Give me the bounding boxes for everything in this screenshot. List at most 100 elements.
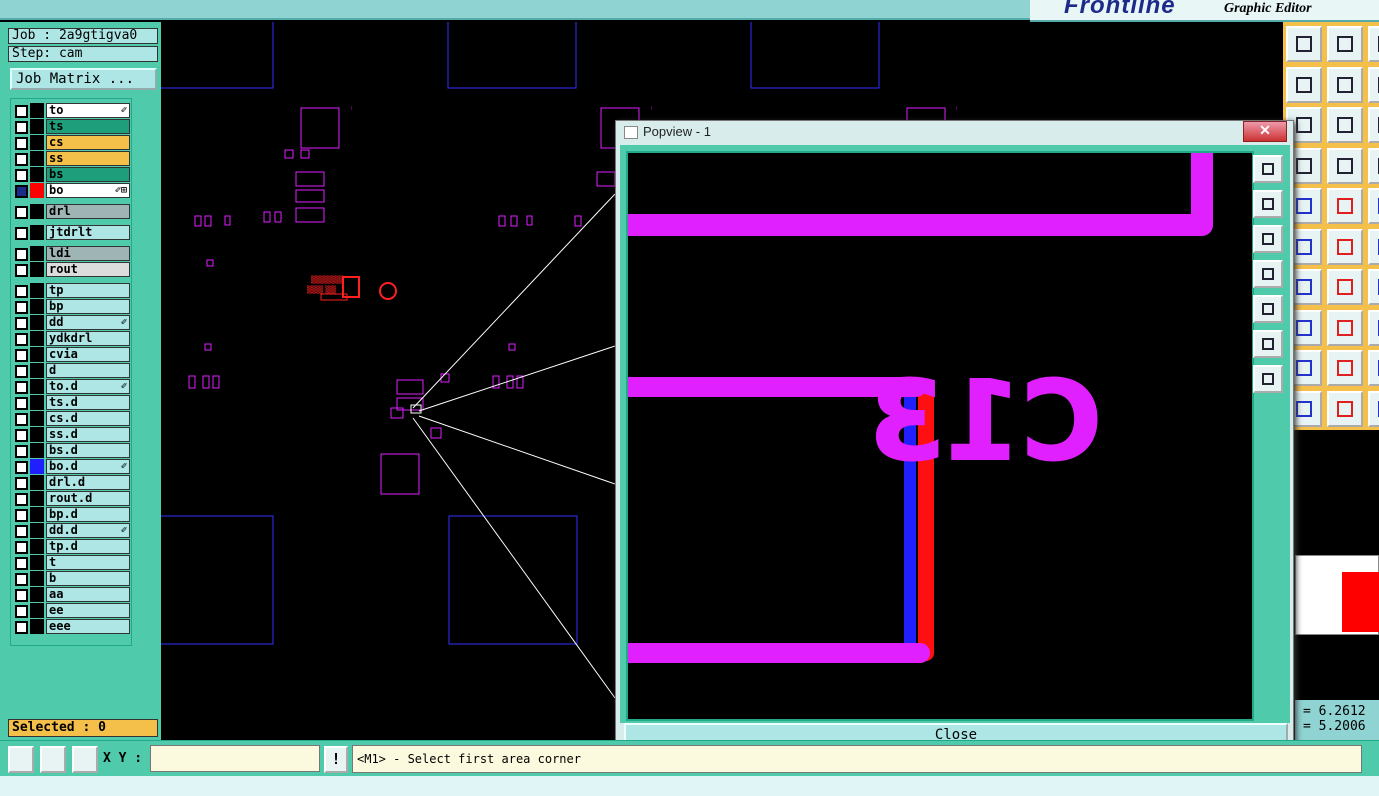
- layer-name[interactable]: dd.d ✐: [46, 523, 130, 538]
- layer-row-cs-d[interactable]: cs.d: [12, 411, 130, 426]
- layer-color-swatch[interactable]: [30, 475, 44, 490]
- layer-row-rout-d[interactable]: rout.d: [12, 491, 130, 506]
- layer-name[interactable]: drl.d: [46, 475, 130, 490]
- layer-name[interactable]: tp.d: [46, 539, 130, 554]
- job-matrix-button[interactable]: Job Matrix ...: [10, 68, 157, 90]
- select-icon[interactable]: [1327, 390, 1363, 427]
- layer-name[interactable]: bo.d ✐: [46, 459, 130, 474]
- layer-color-swatch[interactable]: [30, 167, 44, 182]
- layer-row-bs-d[interactable]: bs.d: [12, 443, 130, 458]
- layer-name[interactable]: b: [46, 571, 130, 586]
- layer-checkbox[interactable]: [15, 153, 28, 166]
- layer-checkbox[interactable]: [15, 525, 28, 538]
- layer-checkbox[interactable]: [15, 349, 28, 362]
- slant-icon[interactable]: [1327, 269, 1363, 305]
- layer-row-ss-d[interactable]: ss.d: [12, 427, 130, 442]
- layer-row-t[interactable]: t: [12, 555, 130, 570]
- layer-row-tp[interactable]: tp: [12, 283, 130, 298]
- layer-color-swatch[interactable]: [30, 119, 44, 134]
- layer-color-swatch[interactable]: [30, 204, 44, 219]
- fit-view-icon[interactable]: [1253, 330, 1283, 358]
- route-icon[interactable]: [1368, 228, 1379, 265]
- layer-color-swatch[interactable]: [30, 246, 44, 261]
- xy-input[interactable]: [150, 745, 320, 772]
- layer-name[interactable]: eee: [46, 619, 130, 634]
- layer-row-cs[interactable]: cs: [12, 135, 130, 150]
- move-up-icon[interactable]: [1286, 26, 1322, 62]
- layer-checkbox[interactable]: [15, 381, 28, 394]
- layer-name[interactable]: bs: [46, 167, 130, 182]
- layer-name[interactable]: aa: [46, 587, 130, 602]
- layer-row-bp-d[interactable]: bp.d: [12, 507, 130, 522]
- layer-row-ts[interactable]: ts: [12, 119, 130, 134]
- layer-row-ts-d[interactable]: ts.d: [12, 395, 130, 410]
- layer-row-ydkdrl[interactable]: ydkdrl: [12, 331, 130, 346]
- net-icon[interactable]: [1368, 147, 1379, 184]
- layer-checkbox[interactable]: [15, 589, 28, 602]
- layer-checkbox[interactable]: [15, 285, 28, 298]
- zoom-area-icon[interactable]: [8, 746, 34, 773]
- pan-up-icon[interactable]: [1253, 190, 1283, 218]
- layer-row-to[interactable]: to ✐: [12, 103, 130, 118]
- zoom-in-icon[interactable]: [1253, 155, 1283, 183]
- layer-name[interactable]: rout.d: [46, 491, 130, 506]
- pan-down-icon[interactable]: [1253, 225, 1283, 253]
- layer-color-swatch[interactable]: [30, 587, 44, 602]
- layer-color-swatch[interactable]: [30, 427, 44, 442]
- alert-button[interactable]: !: [324, 746, 348, 773]
- layer-color-swatch[interactable]: [30, 539, 44, 554]
- layer-color-swatch[interactable]: [30, 507, 44, 522]
- layer-checkbox[interactable]: [15, 248, 28, 261]
- layer-row-dd[interactable]: dd ✐: [12, 315, 130, 330]
- layer-name[interactable]: ee: [46, 603, 130, 618]
- layer-checkbox[interactable]: [15, 121, 28, 134]
- layer-name[interactable]: drl: [46, 204, 130, 219]
- layer-checkbox[interactable]: [15, 105, 28, 118]
- layer-name[interactable]: to.d ✐: [46, 379, 130, 394]
- layer-checkbox[interactable]: [15, 621, 28, 634]
- layer-row-drl[interactable]: drl: [12, 204, 130, 219]
- cross-icon[interactable]: [1327, 228, 1363, 265]
- layer-row-eee[interactable]: eee: [12, 619, 130, 634]
- layer-row-d[interactable]: d: [12, 363, 130, 378]
- layer-color-swatch[interactable]: [30, 571, 44, 586]
- layer-color-swatch[interactable]: [30, 619, 44, 634]
- popview-canvas[interactable]: C13: [607, 132, 1254, 721]
- layer-color-swatch[interactable]: [30, 151, 44, 166]
- layer-checkbox[interactable]: [15, 509, 28, 522]
- layer-color-swatch[interactable]: [30, 523, 44, 538]
- layer-checkbox[interactable]: [15, 301, 28, 314]
- layer-row-cvia[interactable]: cvia: [12, 347, 130, 362]
- layer-color-swatch[interactable]: [30, 459, 44, 474]
- pan-left-icon[interactable]: [1253, 260, 1283, 288]
- layer-row-ee[interactable]: ee: [12, 603, 130, 618]
- layer-name[interactable]: cs: [46, 135, 130, 150]
- layer-name[interactable]: ss.d: [46, 427, 130, 442]
- layer-name[interactable]: to ✐: [46, 103, 130, 118]
- layer-row-drl-d[interactable]: drl.d: [12, 475, 130, 490]
- layer-color-swatch[interactable]: [30, 379, 44, 394]
- layer-color-swatch[interactable]: [30, 135, 44, 150]
- layer-checkbox[interactable]: [15, 573, 28, 586]
- layer-name[interactable]: cvia: [46, 347, 130, 362]
- pan-icon[interactable]: [1327, 107, 1363, 143]
- layer-color-swatch[interactable]: [30, 347, 44, 362]
- layer-name[interactable]: ydkdrl: [46, 331, 130, 346]
- layer-row-ss[interactable]: ss: [12, 151, 130, 166]
- layer-checkbox[interactable]: [15, 429, 28, 442]
- move-right-icon[interactable]: [1327, 66, 1363, 103]
- layer-name[interactable]: jtdrlt: [46, 225, 130, 240]
- layer-name[interactable]: ldi: [46, 246, 130, 261]
- layer-checkbox[interactable]: [15, 264, 28, 277]
- layer-name[interactable]: dd ✐: [46, 315, 130, 330]
- edit-icon[interactable]: [1327, 188, 1363, 224]
- layer-row-ldi[interactable]: ldi: [12, 246, 130, 261]
- layer-name[interactable]: cs.d: [46, 411, 130, 426]
- layer-checkbox[interactable]: [15, 605, 28, 618]
- layer-color-swatch[interactable]: [30, 363, 44, 378]
- move-down-icon[interactable]: [1327, 26, 1363, 62]
- layer-checkbox[interactable]: [15, 185, 28, 198]
- layer-checkbox[interactable]: [15, 169, 28, 182]
- layer-row-jtdrlt[interactable]: jtdrlt: [12, 225, 130, 240]
- layer-row-bp[interactable]: bp: [12, 299, 130, 314]
